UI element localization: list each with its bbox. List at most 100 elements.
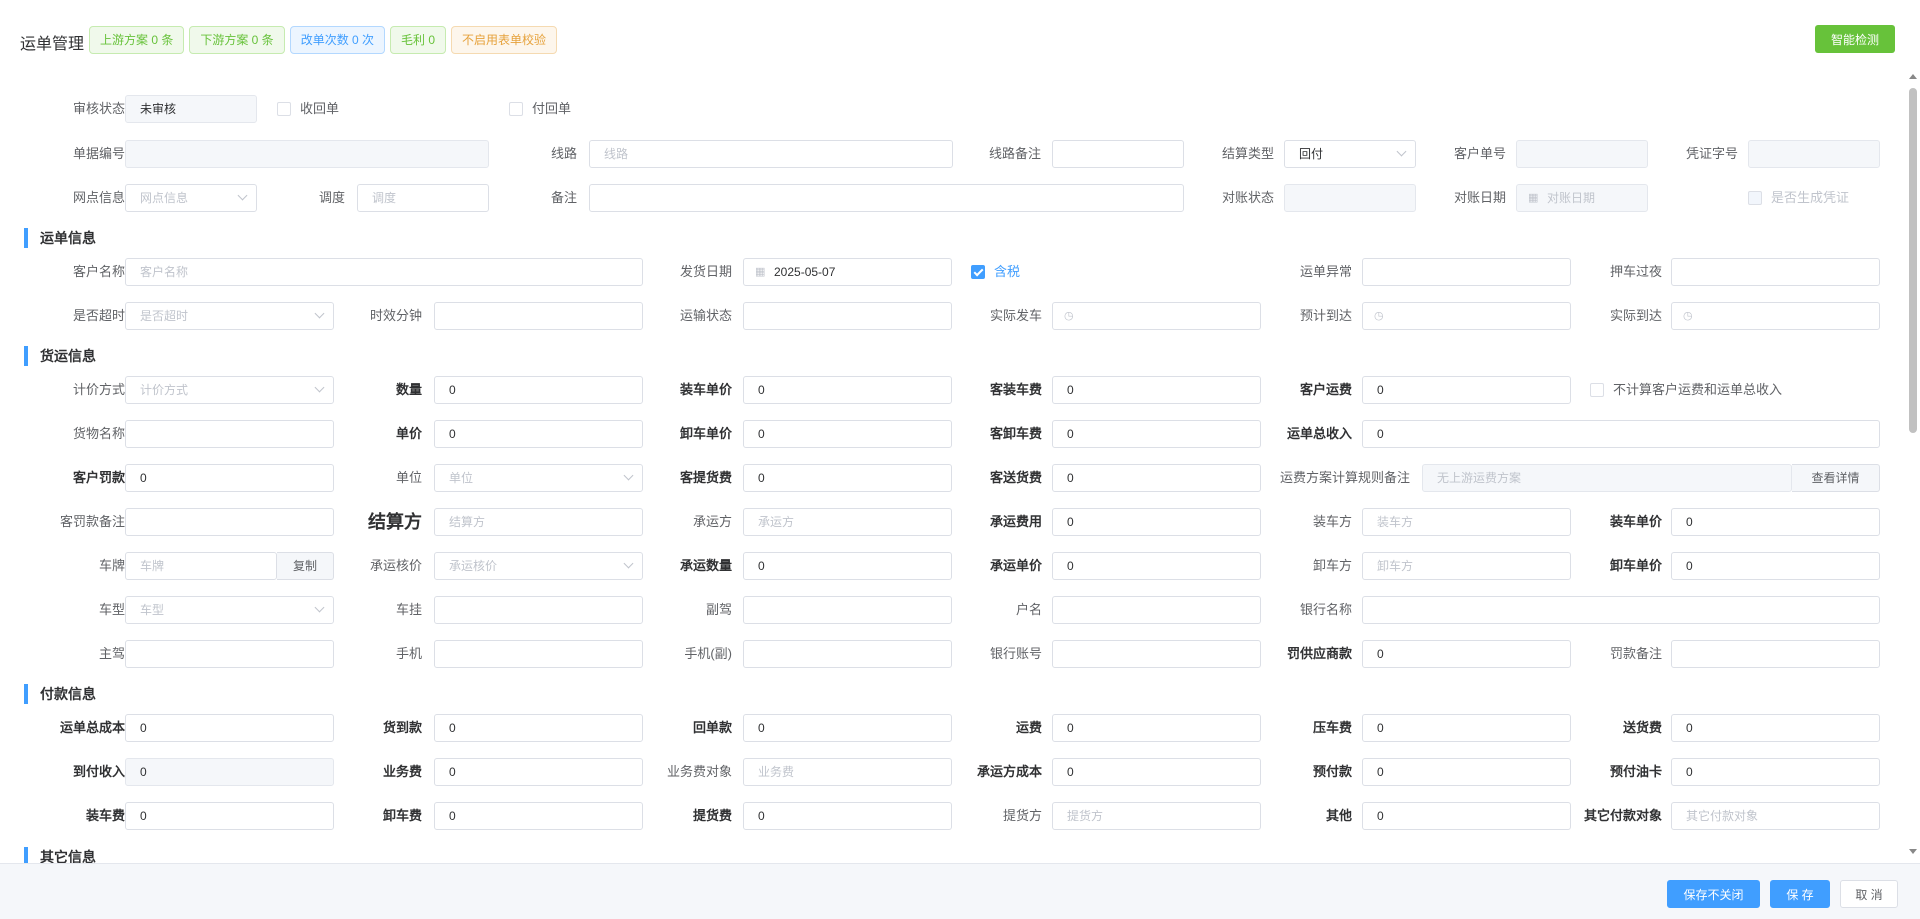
smart-check-button[interactable]: 智能检测 bbox=[1815, 25, 1895, 53]
carrier-cost-input[interactable]: 0 bbox=[1052, 758, 1261, 786]
route-placeholder: 线路 bbox=[604, 147, 629, 161]
bank-name-input[interactable] bbox=[1362, 596, 1880, 624]
branch-info-select[interactable]: 网点信息 bbox=[125, 184, 257, 212]
transport-status-input[interactable] bbox=[743, 302, 952, 330]
business-fee-target-input[interactable]: 业务费 bbox=[743, 758, 952, 786]
scroll-down-icon[interactable] bbox=[1909, 849, 1917, 854]
phone-secondary-input[interactable] bbox=[743, 640, 952, 668]
customer-name-input[interactable]: 客户名称 bbox=[125, 258, 643, 286]
actual-arrival-input[interactable]: ◷ bbox=[1671, 302, 1880, 330]
route-input[interactable]: 线路 bbox=[589, 140, 953, 168]
carrier-unit-price-input[interactable]: 0 bbox=[1052, 552, 1261, 580]
cust-unload-fee-input[interactable]: 0 bbox=[1052, 420, 1261, 448]
bank-account-input[interactable] bbox=[1052, 640, 1261, 668]
hanshui-checkbox[interactable] bbox=[971, 265, 985, 279]
cust-pickup-fee-input[interactable]: 0 bbox=[743, 464, 952, 492]
overnight-escort-input[interactable] bbox=[1671, 258, 1880, 286]
carrier-input[interactable]: 承运方 bbox=[743, 508, 952, 536]
label-sfcs: 是否超时 bbox=[72, 308, 125, 323]
other-fee-input[interactable]: 0 bbox=[1362, 802, 1571, 830]
settle-party-input[interactable]: 结算方 bbox=[434, 508, 643, 536]
hanshui-checkbox-label[interactable]: 含税 bbox=[994, 258, 1020, 286]
save-button[interactable]: 保 存 bbox=[1770, 880, 1830, 908]
trailer-input[interactable] bbox=[434, 596, 643, 624]
cancel-button[interactable]: 取 消 bbox=[1840, 880, 1898, 908]
account-name-input[interactable] bbox=[1052, 596, 1261, 624]
ship-date-input[interactable]: ▦ 2025-05-07 bbox=[743, 258, 952, 286]
waybill-total-income-value: 0 bbox=[1377, 427, 1384, 441]
fuhuidan-checkbox[interactable] bbox=[509, 102, 523, 116]
shouhuidan-checkbox-label[interactable]: 收回单 bbox=[300, 95, 339, 123]
plate-number-input[interactable]: 车牌 bbox=[125, 552, 277, 580]
quantity-input[interactable]: 0 bbox=[434, 376, 643, 404]
detention-fee-input[interactable]: 0 bbox=[1362, 714, 1571, 742]
actual-depart-input[interactable]: ◷ bbox=[1052, 302, 1261, 330]
unload-unit-price-input[interactable]: 0 bbox=[743, 420, 952, 448]
time-limit-minutes-input[interactable] bbox=[434, 302, 643, 330]
freight-input[interactable]: 0 bbox=[1052, 714, 1261, 742]
main-driver-input[interactable] bbox=[125, 640, 334, 668]
waybill-exception-input[interactable] bbox=[1362, 258, 1571, 286]
scroll-up-icon[interactable] bbox=[1909, 74, 1917, 79]
goods-name-input[interactable] bbox=[125, 420, 334, 448]
label-khdh: 客户单号 bbox=[1453, 146, 1506, 161]
unloading-fee-input[interactable]: 0 bbox=[434, 802, 643, 830]
disable-validation-tag[interactable]: 不启用表单校验 bbox=[451, 26, 558, 54]
remark-input[interactable] bbox=[589, 184, 1184, 212]
settle-type-select[interactable]: 回付 bbox=[1284, 140, 1416, 168]
bjs-checkbox-label[interactable]: 不计算客户运费和运单总收入 bbox=[1613, 376, 1782, 404]
copy-plate-button[interactable]: 复制 bbox=[277, 552, 334, 580]
label-kthf: 客提货费 bbox=[679, 470, 732, 485]
unload-unit-price-2-input[interactable]: 0 bbox=[1671, 552, 1880, 580]
delivery-fee-input[interactable]: 0 bbox=[1671, 714, 1880, 742]
view-detail-button[interactable]: 查看详情 bbox=[1792, 464, 1880, 492]
is-overtime-select[interactable]: 是否超时 bbox=[125, 302, 334, 330]
other-payee-input[interactable]: 其它付款对象 bbox=[1671, 802, 1880, 830]
cash-on-delivery-input[interactable]: 0 bbox=[434, 714, 643, 742]
waybill-total-income-input[interactable]: 0 bbox=[1362, 420, 1880, 448]
route-remark-input[interactable] bbox=[1052, 140, 1184, 168]
save-no-close-button[interactable]: 保存不关闭 bbox=[1667, 880, 1760, 908]
unit-select[interactable]: 单位 bbox=[434, 464, 643, 492]
bjs-checkbox[interactable] bbox=[1590, 383, 1604, 397]
dispatch-input[interactable]: 调度 bbox=[357, 184, 489, 212]
unit-price-input[interactable]: 0 bbox=[434, 420, 643, 448]
collect-income-value: 0 bbox=[140, 765, 147, 779]
fuhuidan-checkbox-label[interactable]: 付回单 bbox=[532, 95, 571, 123]
loading-party-input[interactable]: 装车方 bbox=[1362, 508, 1571, 536]
scrollbar-thumb[interactable] bbox=[1909, 88, 1917, 433]
receipt-payment-input[interactable]: 0 bbox=[743, 714, 952, 742]
carrier-fee-input[interactable]: 0 bbox=[1052, 508, 1261, 536]
load-unit-price-input[interactable]: 0 bbox=[743, 376, 952, 404]
customer-penalty-input[interactable]: 0 bbox=[125, 464, 334, 492]
carrier-quantity-input[interactable]: 0 bbox=[743, 552, 952, 580]
vertical-scrollbar[interactable] bbox=[1906, 70, 1920, 860]
business-fee-input[interactable]: 0 bbox=[434, 758, 643, 786]
penalty-remark-input[interactable] bbox=[1671, 640, 1880, 668]
label-dzzt: 对账状态 bbox=[1221, 190, 1274, 205]
pickup-fee-input[interactable]: 0 bbox=[743, 802, 952, 830]
cust-penalty-remark-input[interactable] bbox=[125, 508, 334, 536]
prepaid-fuel-card-input[interactable]: 0 bbox=[1671, 758, 1880, 786]
cust-delivery-fee-input[interactable]: 0 bbox=[1052, 464, 1261, 492]
carrier-pricing-select[interactable]: 承运核价 bbox=[434, 552, 643, 580]
loading-fee-input[interactable]: 0 bbox=[125, 802, 334, 830]
expected-arrival-input[interactable]: ◷ bbox=[1362, 302, 1571, 330]
waybill-total-cost-input[interactable]: 0 bbox=[125, 714, 334, 742]
customer-freight-input[interactable]: 0 bbox=[1362, 376, 1571, 404]
supplier-penalty-input[interactable]: 0 bbox=[1362, 640, 1571, 668]
unloading-fee-value: 0 bbox=[449, 809, 456, 823]
phone-input[interactable] bbox=[434, 640, 643, 668]
vehicle-type-select[interactable]: 车型 bbox=[125, 596, 334, 624]
cust-load-fee-input[interactable]: 0 bbox=[1052, 376, 1261, 404]
unloading-party-input[interactable]: 卸车方 bbox=[1362, 552, 1571, 580]
pickup-party-input[interactable]: 提货方 bbox=[1052, 802, 1261, 830]
load-unit-price-2-input[interactable]: 0 bbox=[1671, 508, 1880, 536]
shouhuidan-checkbox[interactable] bbox=[277, 102, 291, 116]
pricing-method-select[interactable]: 计价方式 bbox=[125, 376, 334, 404]
chevron-down-icon bbox=[623, 558, 634, 569]
label-danjia: 单价 bbox=[395, 426, 422, 441]
sfscpz-checkbox-label: 是否生成凭证 bbox=[1771, 190, 1850, 205]
prepayment-input[interactable]: 0 bbox=[1362, 758, 1571, 786]
co-driver-input[interactable] bbox=[743, 596, 952, 624]
